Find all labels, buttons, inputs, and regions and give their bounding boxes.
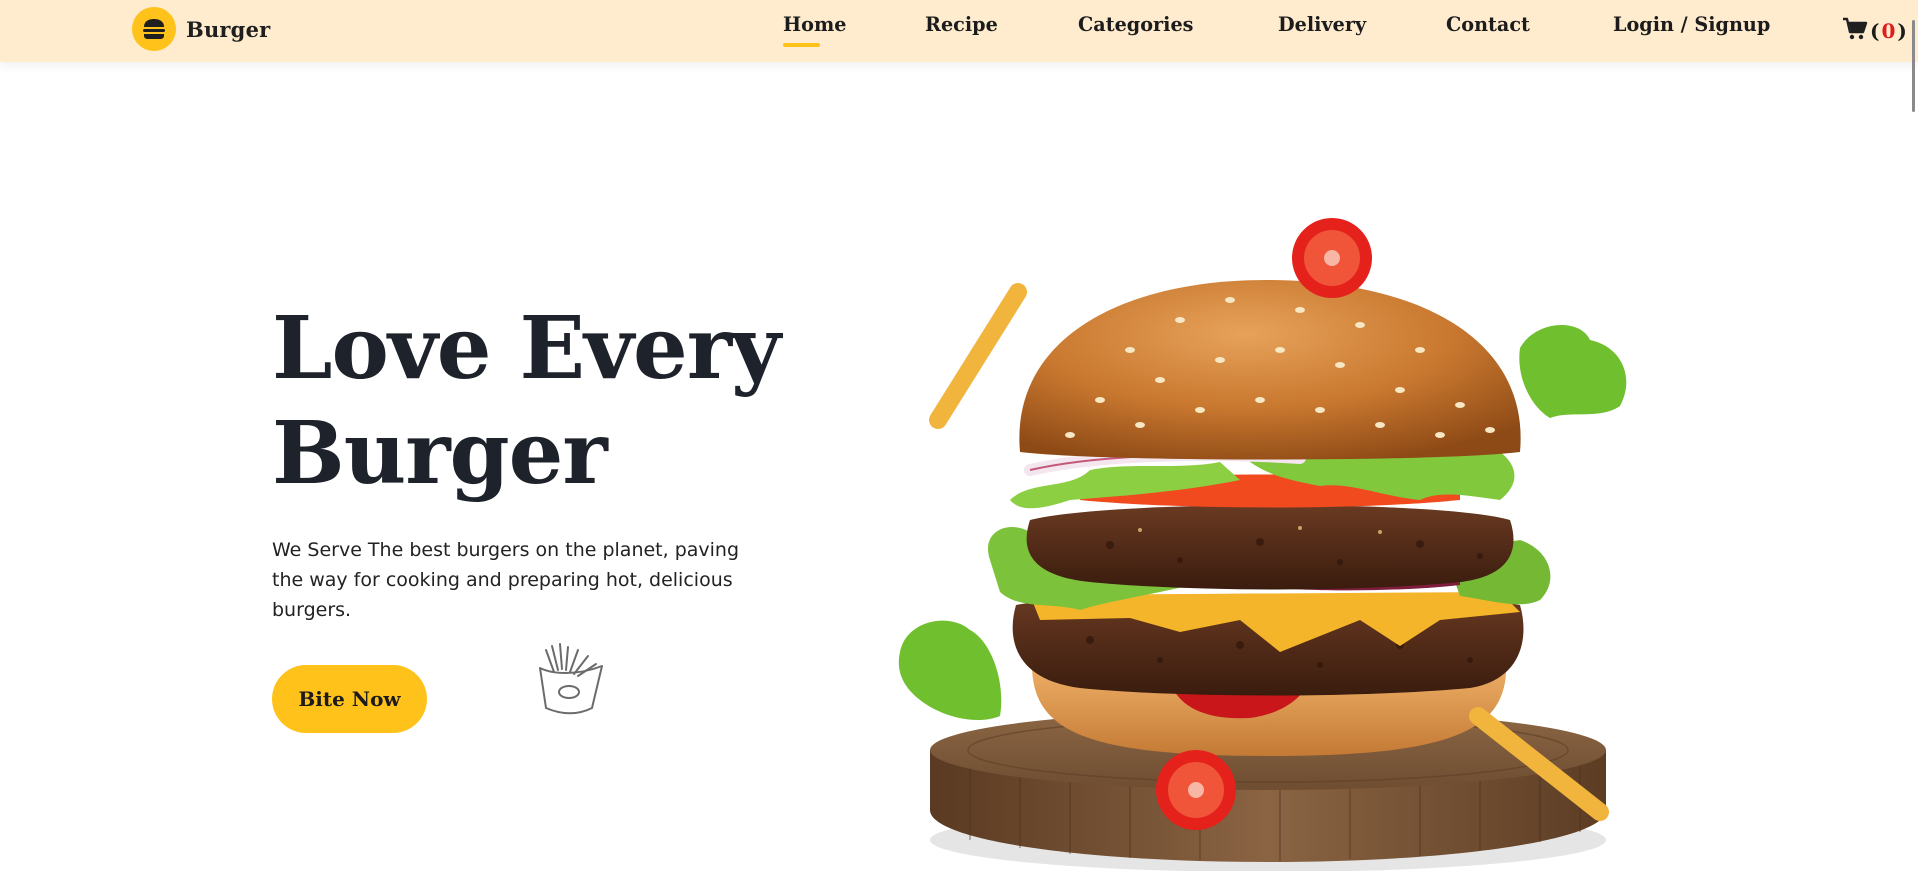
nav-contact[interactable]: Contact — [1446, 12, 1530, 38]
scrollbar-thumb[interactable] — [1912, 20, 1915, 112]
fries-doodle-icon — [539, 643, 603, 715]
brand-logo-link[interactable]: Burger — [132, 6, 270, 52]
bite-now-button[interactable]: Bite Now — [272, 665, 427, 733]
hero-title: Love Every Burger — [272, 296, 832, 506]
nav-categories[interactable]: Categories — [1078, 12, 1193, 38]
nav-delivery[interactable]: Delivery — [1278, 12, 1366, 38]
hero-description: We Serve The best burgers on the planet,… — [272, 539, 740, 621]
nav-home[interactable]: Home — [783, 12, 846, 38]
burger-hero-image — [898, 218, 1627, 871]
cart-count: 0 — [1881, 19, 1896, 43]
nav-login-signup[interactable]: Login / Signup — [1613, 12, 1770, 38]
active-nav-indicator — [783, 43, 820, 47]
cart-button[interactable]: ( 0 ) — [1842, 16, 1907, 46]
navbar: Burger Home Recipe Categories Delivery C… — [0, 0, 1918, 62]
nav-recipe[interactable]: Recipe — [925, 12, 998, 38]
cart-paren-open: ( — [1870, 19, 1880, 43]
hero-title-line-2: Burger — [272, 403, 608, 504]
cart-icon — [1842, 17, 1868, 46]
cart-paren-close: ) — [1897, 19, 1907, 43]
burger-logo-icon — [132, 7, 176, 51]
brand-name: Burger — [186, 16, 271, 42]
hero-title-line-1: Love Every — [272, 298, 781, 399]
